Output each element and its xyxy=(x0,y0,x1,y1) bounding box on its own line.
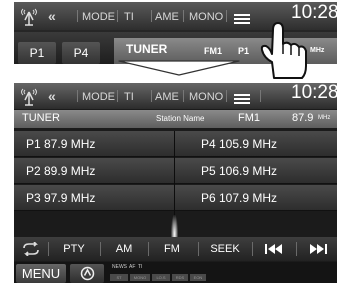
rds-indicator: RDS xyxy=(172,274,188,281)
top-band-label: FM1 xyxy=(204,46,222,56)
control-bar: PTY AM FM SEEK xyxy=(14,237,337,261)
source-label: TUNER xyxy=(22,112,60,124)
list-icon[interactable] xyxy=(234,91,250,109)
top-preset-label: P1 xyxy=(238,46,250,56)
back-button[interactable]: « xyxy=(48,9,56,23)
preset-p3-button[interactable]: P3 97.9 MHz xyxy=(14,185,174,211)
ame-button[interactable]: AME xyxy=(155,10,179,24)
seek-back-icon[interactable] xyxy=(256,237,292,261)
repeat-toggle-icon[interactable] xyxy=(18,237,44,261)
top-source-label: TUNER xyxy=(126,42,168,56)
frequency-unit: MHz xyxy=(318,115,331,121)
mono-button[interactable]: MONO xyxy=(189,90,223,104)
af-indicator: AF xyxy=(129,264,136,270)
back-button[interactable]: « xyxy=(48,89,56,103)
home-icon xyxy=(80,266,95,283)
am-button[interactable]: AM xyxy=(104,237,144,261)
ti-button[interactable]: TI xyxy=(124,10,134,24)
preset-p1-button[interactable]: P1 87.9 MHz xyxy=(14,131,174,157)
news-indicator: NEWS xyxy=(112,264,127,270)
bottom-bar: MENU NEWS AF TI ST MONO LO.S RDS EON xyxy=(14,262,337,283)
ti-button[interactable]: TI xyxy=(124,90,134,104)
preset-p5-button[interactable]: P5 106.9 MHz xyxy=(175,158,337,184)
clock: 10:28 xyxy=(291,83,337,103)
band-label: FM1 xyxy=(238,112,260,124)
preset-p4-button[interactable]: P4 105.9 MHz xyxy=(175,131,337,157)
antenna-icon xyxy=(20,86,38,111)
fm-button[interactable]: FM xyxy=(152,237,192,261)
seek-button[interactable]: SEEK xyxy=(202,237,248,261)
down-arrow-icon xyxy=(118,60,240,81)
seek-forward-icon[interactable] xyxy=(300,237,336,261)
ti-indicator: TI xyxy=(138,264,143,270)
mode-button[interactable]: MODE xyxy=(82,10,115,24)
preset-p2-button[interactable]: P2 89.9 MHz xyxy=(14,158,174,184)
tuner-screen: « MODE TI AME MONO 10:28 TUNER Station N… xyxy=(14,83,337,283)
antenna-icon xyxy=(20,6,38,31)
st-indicator: ST xyxy=(110,274,128,281)
mono-indicator: MONO xyxy=(130,274,150,281)
mode-button[interactable]: MODE xyxy=(82,90,115,104)
tuner-info-bar: TUNER Station Name FM1 87.9 MHz xyxy=(14,110,337,128)
frequency-value: 87.9 xyxy=(292,112,314,124)
mono-button[interactable]: MONO xyxy=(189,10,223,24)
menu-button[interactable]: MENU xyxy=(16,264,66,283)
preset-p6-button[interactable]: P6 107.9 MHz xyxy=(175,185,337,211)
top-preset-p4[interactable]: P4 xyxy=(62,42,100,64)
pty-button[interactable]: PTY xyxy=(52,237,96,261)
status-bar: « MODE TI AME MONO 10:28 xyxy=(14,83,337,109)
eon-indicator: EON xyxy=(190,274,206,281)
list-icon[interactable] xyxy=(234,11,250,29)
top-preset-p1[interactable]: P1 xyxy=(18,42,56,64)
home-button[interactable] xyxy=(70,264,104,283)
station-name-label: Station Name xyxy=(156,114,205,123)
ame-button[interactable]: AME xyxy=(155,90,179,104)
los-indicator: LO.S xyxy=(152,274,170,281)
hand-pointer-icon xyxy=(252,18,318,85)
